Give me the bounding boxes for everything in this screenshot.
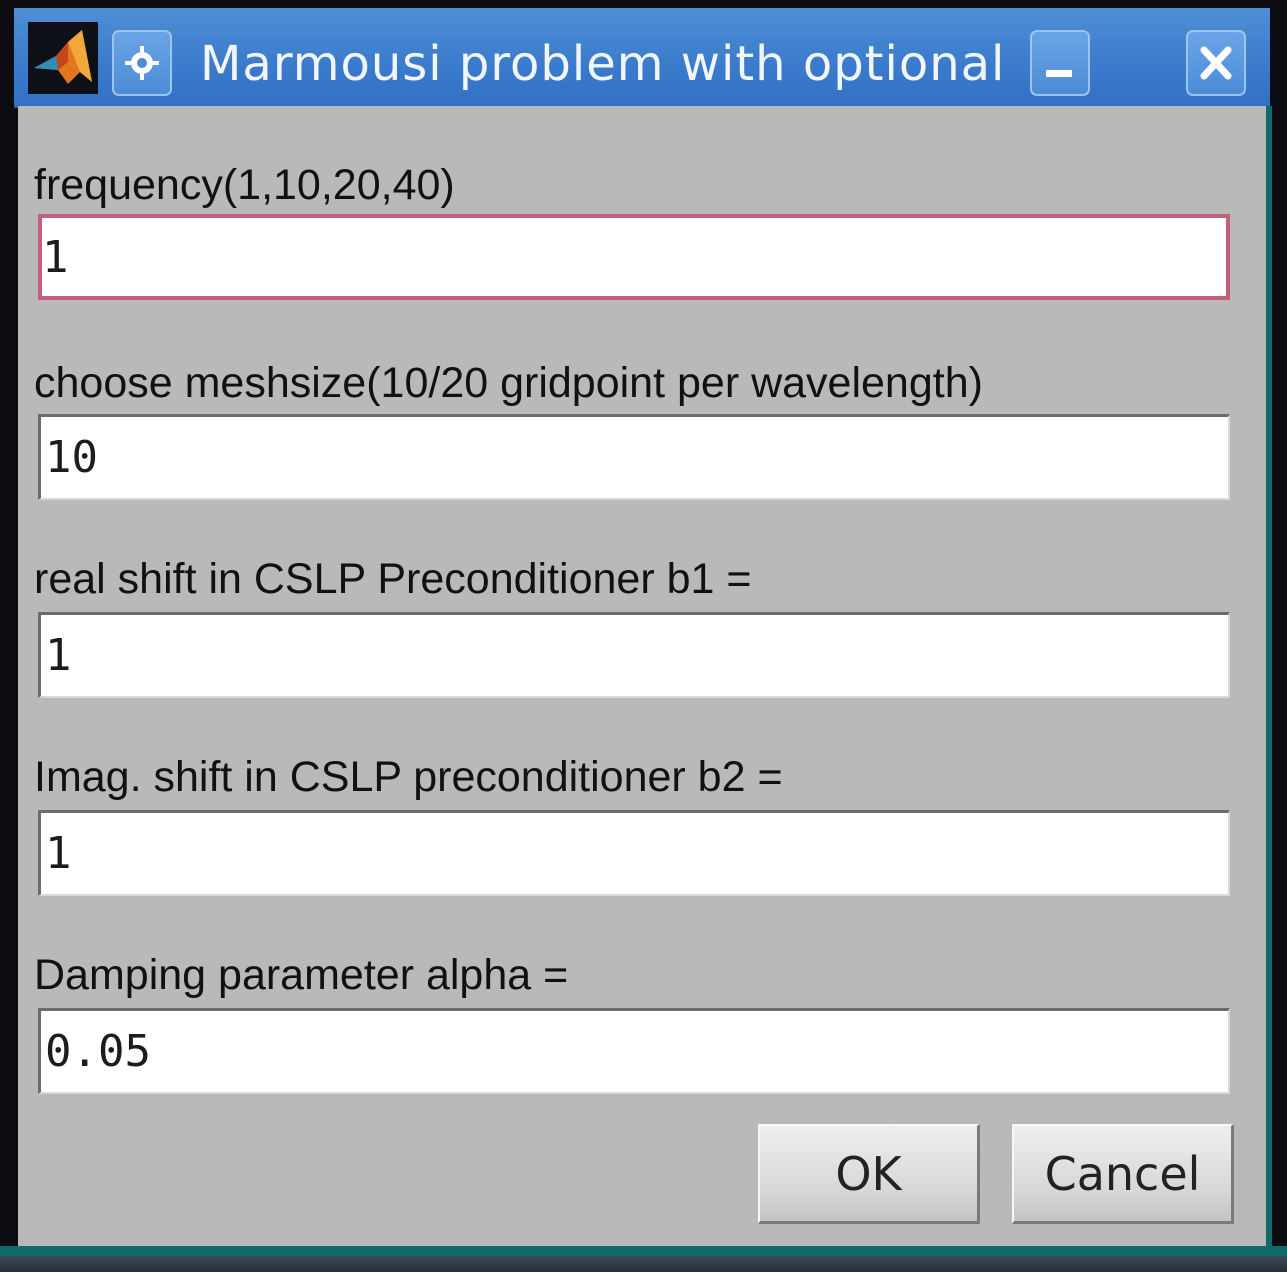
real-shift-label: real shift in CSLP Preconditioner b1 = bbox=[34, 555, 752, 603]
dialog-body: frequency(1,10,20,40) choose meshsize(10… bbox=[18, 106, 1266, 1246]
dialog-window: Marmousi problem with optional frequency… bbox=[0, 0, 1287, 1272]
cancel-button[interactable]: Cancel bbox=[1012, 1124, 1234, 1224]
meshsize-label: choose meshsize(10/20 gridpoint per wave… bbox=[34, 359, 983, 407]
ok-button[interactable]: OK bbox=[758, 1124, 980, 1224]
window-menu-icon bbox=[125, 46, 159, 80]
damping-label: Damping parameter alpha = bbox=[34, 951, 569, 999]
close-icon bbox=[1200, 46, 1232, 80]
real-shift-input[interactable] bbox=[38, 612, 1230, 698]
imag-shift-label: Imag. shift in CSLP preconditioner b2 = bbox=[34, 753, 783, 801]
frequency-input[interactable] bbox=[38, 214, 1230, 300]
window-title: Marmousi problem with optional bbox=[200, 36, 1006, 92]
frequency-label: frequency(1,10,20,40) bbox=[34, 161, 455, 209]
title-bar[interactable]: Marmousi problem with optional bbox=[14, 8, 1270, 108]
minimize-button[interactable] bbox=[1030, 30, 1090, 96]
minimize-icon bbox=[1046, 70, 1072, 77]
matlab-logo-icon[interactable] bbox=[28, 22, 98, 94]
window-right-border bbox=[1266, 106, 1287, 1246]
window-bottom-border bbox=[0, 1246, 1287, 1272]
meshsize-input[interactable] bbox=[38, 414, 1230, 500]
window-menu-button[interactable] bbox=[112, 30, 172, 96]
close-button[interactable] bbox=[1186, 30, 1246, 96]
damping-input[interactable] bbox=[38, 1008, 1230, 1094]
imag-shift-input[interactable] bbox=[38, 810, 1230, 896]
